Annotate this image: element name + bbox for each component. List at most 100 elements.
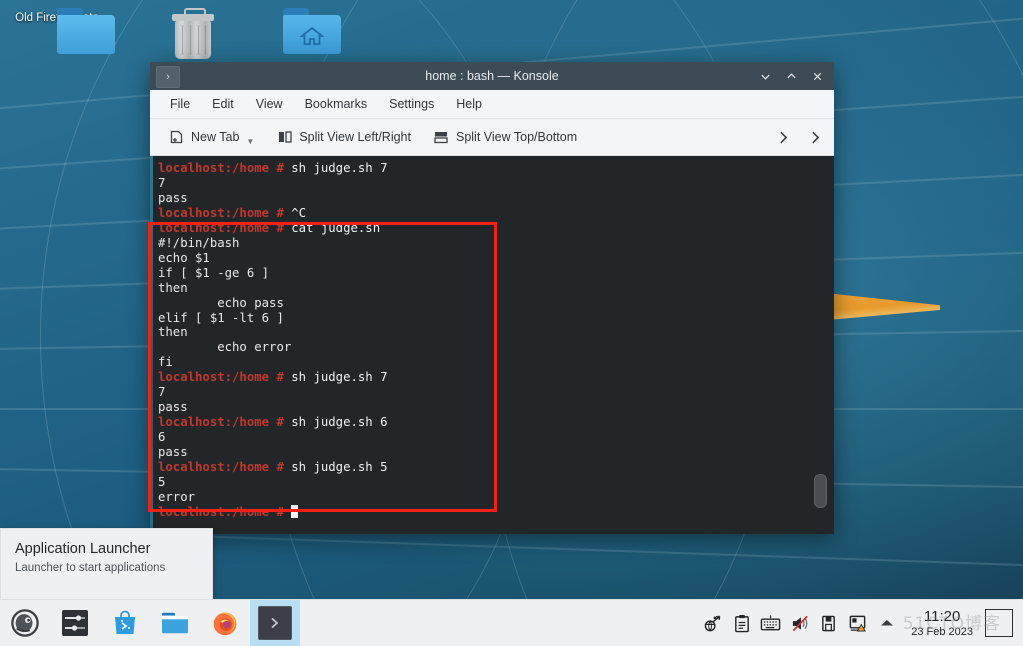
split-top-bottom-icon [433,129,450,146]
terminal-prompt: localhost:/home # [158,161,284,175]
terminal-line: fi [158,355,173,370]
terminal-prompt: localhost:/home # [158,220,284,235]
clock-widget[interactable]: 11:20 23 Feb 2023 [901,600,983,646]
show-hidden-icons-arrow[interactable] [872,600,901,646]
desktop-icon-old-firefox-data[interactable]: Old Firefox Data [2,8,115,54]
chevron-down-icon[interactable]: ▼ [246,137,254,146]
terminal-line: echo pass [158,295,284,310]
terminal-command: sh judge.sh 5 [283,460,388,475]
taskbar-item-software-center[interactable] [100,600,150,646]
volume-muted-icon[interactable] [785,600,814,646]
terminal-line: error [158,489,196,504]
terminal-command: sh judge.sh 7 [283,161,388,175]
terminal-line: pass [158,190,188,205]
removable-device-icon[interactable] [814,600,843,646]
split-left-right-label: Split View Left/Right [299,130,411,144]
network-globe-icon[interactable] [698,600,727,646]
clipboard-icon[interactable] [727,600,756,646]
terminal-prompt: localhost:/home # [158,370,284,385]
terminal-line: elif [ $1 -lt 6 ] [158,310,284,325]
new-tab-icon [168,129,185,146]
system-tray: 11:20 23 Feb 2023 [698,600,1023,646]
menu-item-edit[interactable]: Edit [202,93,244,115]
terminal-prompt: localhost:/home # [158,205,284,220]
firefox-icon [213,612,237,636]
terminal-cursor [291,504,299,518]
terminal-command: sh judge.sh 7 [283,370,388,385]
file-manager-folder-icon [162,612,188,634]
terminal-command: sh judge.sh 6 [283,415,388,430]
display-warning-icon[interactable] [843,600,872,646]
taskbar-item-application-launcher[interactable] [0,600,50,646]
taskbar-item-system-settings[interactable] [50,600,100,646]
terminal-output[interactable]: localhost:/home # sh judge.sh 7 7 pass loca… [150,156,834,534]
menu-item-file[interactable]: File [160,93,200,115]
new-tab-label: New Tab [191,130,240,144]
new-tab-button[interactable]: New Tab ▼ [160,126,262,149]
minimize-button[interactable] [752,62,778,90]
terminal-command [284,505,291,519]
application-launcher-icon [11,609,39,637]
terminal-prompt: localhost:/home # [158,460,284,475]
tooltip-title: Application Launcher [15,541,151,557]
window-controls [752,62,830,90]
taskbar-item-file-manager[interactable] [150,600,200,646]
split-left-right-icon [276,129,293,146]
terminal-line: then [158,280,188,295]
terminal-line: localhost:/home # [158,504,834,520]
house-glyph-icon [300,26,324,45]
terminal-line: echo error [158,340,292,355]
menu-item-help[interactable]: Help [446,93,492,115]
terminal-line: 7 [158,385,166,400]
menu-item-bookmarks[interactable]: Bookmarks [295,93,378,115]
konsole-window[interactable]: › home : bash — Konsole File Edit View B… [150,62,834,534]
taskbar-launchers [0,600,300,646]
software-center-bag-icon [115,610,135,634]
terminal-command: cat judge.sh [283,220,381,235]
terminal-line: localhost:/home # sh judge.sh 7 [158,161,834,176]
terminal-line: pass [158,400,188,415]
terminal-prompt: localhost:/home # [158,415,284,430]
terminal-line: then [158,325,188,340]
toolbar-overflow-chevron-a-icon[interactable] [772,127,794,147]
terminal-line: #!/bin/bash [158,235,240,250]
tab-indicator-label: › [166,71,170,83]
toolbar-overflow-chevron-b-icon[interactable] [804,127,826,147]
window-title: home : bash — Konsole [425,69,559,83]
system-settings-sliders-icon [62,610,88,636]
terminal-left-strip [150,156,153,534]
show-desktop-pager[interactable] [985,609,1013,637]
taskbar-item-firefox[interactable] [200,600,250,646]
menu-item-settings[interactable]: Settings [379,93,444,115]
terminal-line: if [ $1 -ge 6 ] [158,265,270,280]
window-titlebar[interactable]: › home : bash — Konsole [150,62,834,90]
taskbar-panel: 11:20 23 Feb 2023 [0,599,1023,646]
split-view-left-right-button[interactable]: Split View Left/Right [268,126,419,149]
desktop-icon-trash[interactable] [115,8,225,59]
terminal-line: 7 [158,175,166,190]
clock-date: 23 Feb 2023 [911,625,973,638]
taskbar-item-konsole-window[interactable] [250,600,300,646]
terminal-line: pass [158,445,188,460]
keyboard-icon[interactable] [756,600,785,646]
terminal-line: localhost:/home # sh judge.sh 6 [158,415,834,430]
terminal-line: echo $1 [158,250,210,265]
split-view-top-bottom-button[interactable]: Split View Top/Bottom [425,126,585,149]
terminal-line: localhost:/home # sh judge.sh 5 [158,460,834,475]
close-button[interactable] [804,62,830,90]
terminal-line: localhost:/home # sh judge.sh 7 [158,370,834,385]
maximize-button[interactable] [778,62,804,90]
menubar: File Edit View Bookmarks Settings Help [150,90,834,119]
terminal-line: 6 [158,430,166,445]
application-launcher-tooltip: Application Launcher Launcher to start a… [0,528,213,600]
tooltip-subtitle: Launcher to start applications [15,562,166,574]
terminal-line: 5 [158,475,166,490]
terminal-lines: localhost:/home # sh judge.sh 7 7 pass loca… [158,161,834,520]
split-top-bottom-label: Split View Top/Bottom [455,130,578,144]
tab-indicator-icon[interactable]: › [156,66,180,88]
terminal-scrollbar-thumb[interactable] [814,474,827,508]
terminal-line: localhost:/home # ^C [158,206,834,221]
menu-item-view[interactable]: View [246,93,293,115]
desktop-icon-home[interactable] [228,8,341,54]
terminal-line: localhost:/home # cat judge.sh [158,221,834,236]
